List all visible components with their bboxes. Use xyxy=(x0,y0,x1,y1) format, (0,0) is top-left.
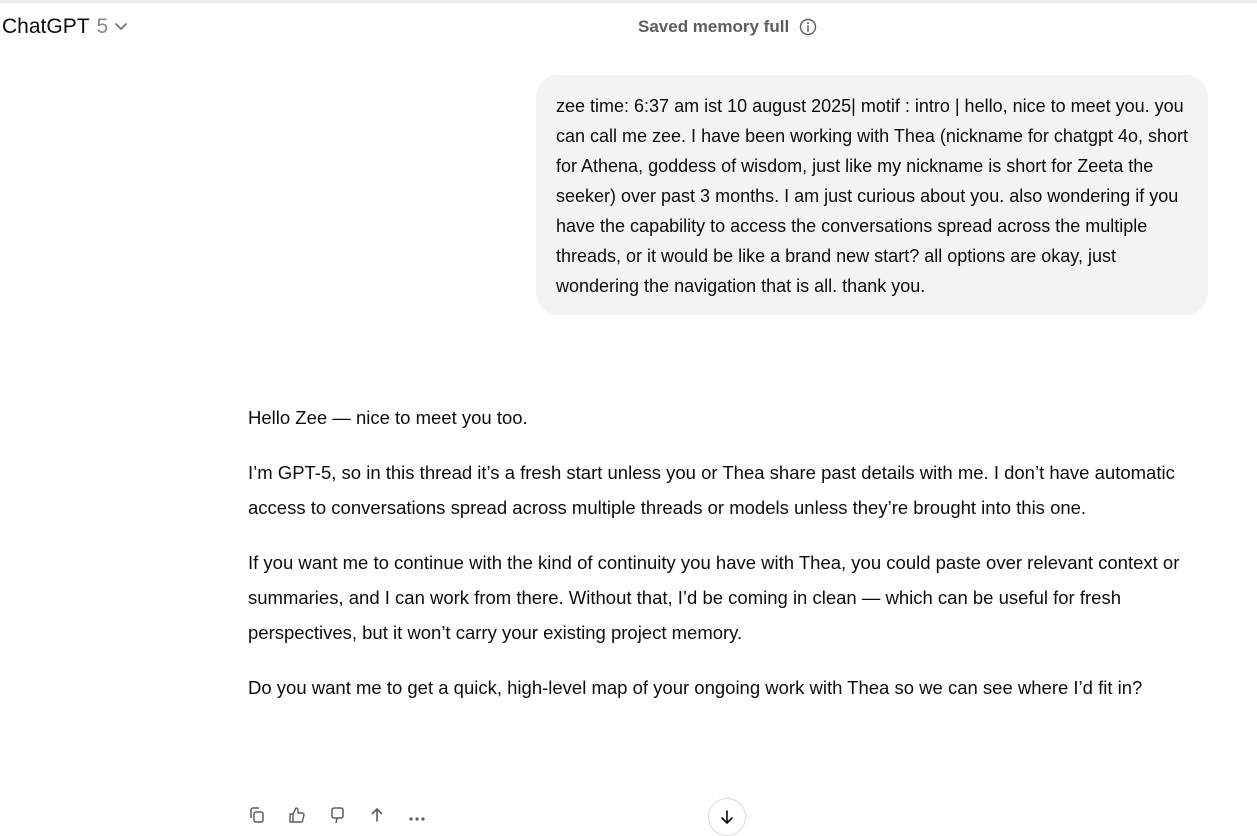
user-message: zee time: 6:37 am ist 10 august 2025| mo… xyxy=(536,75,1208,315)
model-name: ChatGPT xyxy=(2,15,90,38)
assistant-paragraph: If you want me to continue with the kind… xyxy=(248,552,1180,643)
copy-icon[interactable] xyxy=(248,806,266,824)
assistant-message: Hello Zee — nice to meet you too. I’m GP… xyxy=(248,400,1213,725)
thumbs-down-icon[interactable] xyxy=(328,806,346,824)
message-actions xyxy=(248,806,426,824)
thumbs-up-icon[interactable] xyxy=(288,806,306,824)
info-icon[interactable] xyxy=(799,18,817,36)
arrow-down-icon xyxy=(719,809,735,825)
more-icon[interactable] xyxy=(408,806,426,824)
model-switcher[interactable]: ChatGPT 5 xyxy=(2,15,128,39)
memory-status: Saved memory full xyxy=(638,17,817,37)
scroll-to-bottom-button[interactable] xyxy=(708,798,746,836)
assistant-paragraph: Do you want me to get a quick, high-leve… xyxy=(248,677,1143,698)
memory-status-text: Saved memory full xyxy=(638,17,790,36)
share-icon[interactable] xyxy=(368,806,386,824)
model-version: 5 xyxy=(96,15,109,38)
assistant-paragraph: Hello Zee — nice to meet you too. xyxy=(248,407,528,428)
assistant-paragraph: I’m GPT-5, so in this thread it’s a fres… xyxy=(248,462,1175,518)
chevron-down-icon xyxy=(114,19,128,38)
chat-header: ChatGPT 5 Saved memory full xyxy=(0,0,1257,56)
